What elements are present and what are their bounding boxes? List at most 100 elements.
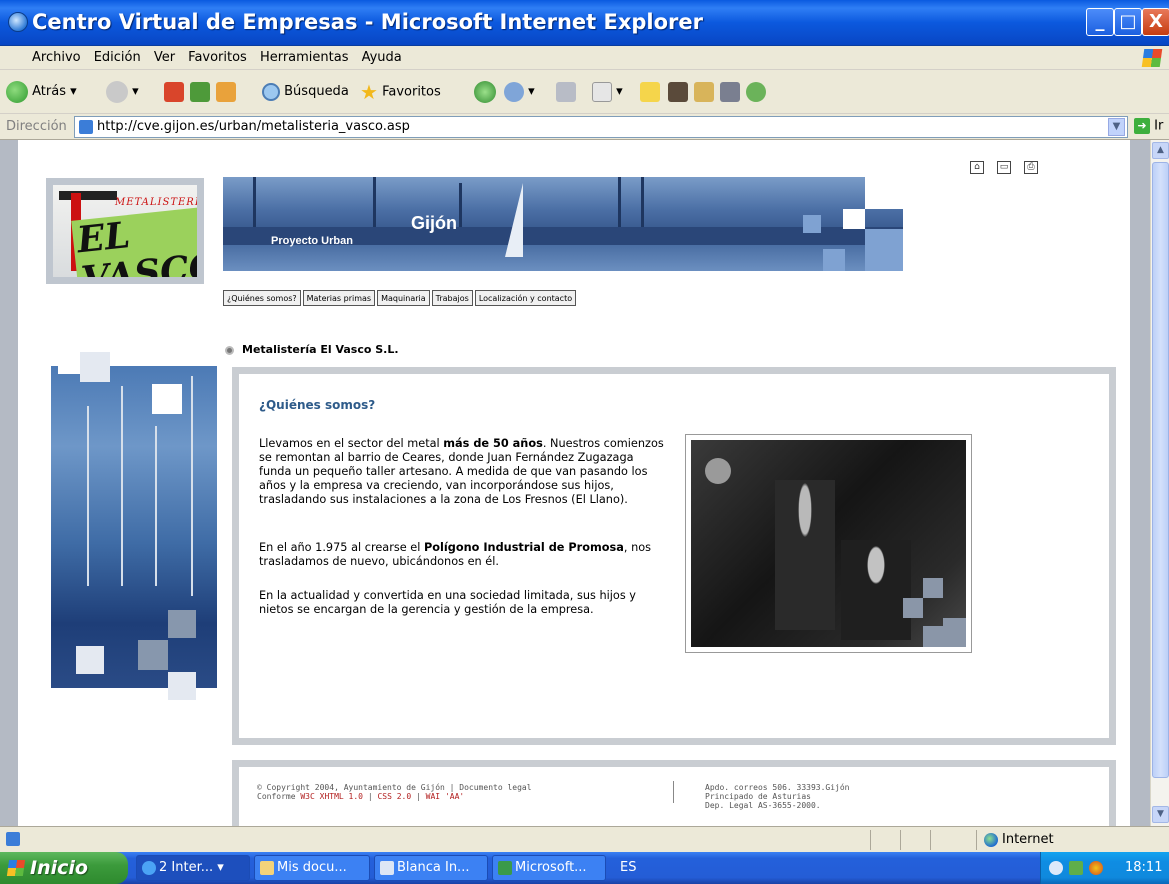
crane-graphic (459, 183, 462, 233)
css-link[interactable]: CSS 2.0 (377, 792, 411, 801)
search-button[interactable]: Búsqueda (262, 80, 349, 104)
home-button[interactable] (216, 80, 236, 104)
language-indicator[interactable]: ES (620, 860, 636, 875)
p1-bold: más de 50 años (443, 437, 543, 450)
stop-button[interactable] (164, 80, 184, 104)
menu-edicion[interactable]: Edición (90, 46, 145, 65)
decor-square (80, 352, 110, 382)
folder-icon (260, 861, 274, 875)
refresh-button[interactable] (190, 80, 210, 104)
zone-label: Internet (1002, 832, 1054, 847)
task-label: Microsoft... (515, 860, 587, 875)
company-heading: Metalistería El Vasco S.L. (242, 343, 399, 356)
home-page-icon[interactable]: ⌂ (970, 161, 984, 174)
decor-square (903, 598, 923, 618)
decor-square (76, 646, 104, 674)
copyright-text: © Copyright 2004, Ayuntamiento de Gijón … (257, 783, 532, 792)
menu-archivo[interactable]: Archivo (28, 46, 85, 65)
go-label: Ir (1154, 118, 1164, 134)
start-button[interactable]: Inicio (0, 852, 128, 884)
address-dropdown-icon[interactable]: ▼ (1108, 118, 1125, 136)
nav-materias-primas[interactable]: Materias primas (302, 290, 376, 306)
nav-maquinaria[interactable]: Maquinaria (377, 290, 430, 306)
print-page-icon[interactable]: ⎙ (1024, 161, 1038, 174)
forward-dropdown-icon[interactable]: ▾ (132, 84, 139, 99)
menu-favoritos[interactable]: Favoritos (184, 46, 251, 65)
site-nav: ¿Quiénes somos? Materias primas Maquinaria… (223, 286, 578, 306)
messenger-button[interactable] (694, 80, 714, 104)
edit-dropdown-icon[interactable]: ▾ (616, 84, 623, 99)
forward-button[interactable]: ▾ (106, 80, 139, 104)
decor-square (58, 352, 80, 374)
tray-network-icon[interactable] (1069, 861, 1083, 875)
edit-button[interactable]: ▾ (592, 80, 623, 104)
notes-button[interactable] (640, 80, 660, 104)
scroll-thumb[interactable] (1152, 162, 1169, 778)
refresh-icon (190, 81, 210, 102)
nav-quienes-somos[interactable]: ¿Quiénes somos? (223, 290, 301, 306)
ie-icon (142, 861, 156, 875)
notes-icon (640, 81, 660, 102)
ie-window: Centro Virtual de Empresas - Microsoft I… (0, 0, 1169, 884)
history-button[interactable] (474, 80, 496, 104)
minimize-button[interactable]: _ (1086, 8, 1114, 36)
window-title: Centro Virtual de Empresas - Microsoft I… (32, 10, 703, 34)
decor-square (152, 384, 182, 414)
separator: | (416, 792, 421, 801)
company-logo[interactable]: METALISTERÍA EL VASCO (46, 178, 204, 284)
standard-toolbar: Atrás ▾ ▾ Búsqueda ★ Favoritos ▾ ▾ (0, 70, 1169, 114)
scroll-down-icon[interactable]: ▼ (1152, 806, 1169, 823)
scroll-up-icon[interactable]: ▲ (1152, 142, 1169, 159)
menu-herramientas[interactable]: Herramientas (256, 46, 353, 65)
mail-dropdown-icon[interactable]: ▾ (528, 84, 535, 99)
wai-link[interactable]: WAI 'AA' (426, 792, 465, 801)
people-button[interactable] (746, 80, 766, 104)
favorites-button[interactable]: ★ Favoritos (360, 80, 441, 104)
back-dropdown-icon[interactable]: ▾ (70, 84, 77, 99)
address-label: Dirección (6, 119, 67, 134)
print-button[interactable] (556, 80, 576, 104)
page-icon (79, 120, 93, 134)
decor-square (943, 618, 966, 647)
title-bar[interactable]: Centro Virtual de Empresas - Microsoft I… (0, 0, 1169, 46)
nav-trabajos[interactable]: Trabajos (431, 290, 473, 306)
research-button[interactable] (668, 80, 688, 104)
nav-localizacion-contacto[interactable]: Localización y contacto (474, 290, 577, 306)
back-button[interactable]: Atrás ▾ (6, 80, 77, 104)
lamp-graphic (705, 458, 731, 484)
forward-arrow-icon (106, 80, 128, 103)
task-internet-explorer[interactable]: 2 Inter... ▾ (136, 855, 250, 881)
footer-divider (673, 781, 674, 803)
star-icon: ★ (360, 80, 378, 104)
tray-expand-icon[interactable] (1049, 861, 1063, 875)
task-label: Blanca In... (397, 860, 470, 875)
tools-button[interactable] (720, 80, 740, 104)
windows-flag-icon (6, 860, 26, 876)
print-icon (556, 81, 576, 102)
address-url[interactable]: http://cve.gijon.es/urban/metalisteria_v… (97, 119, 410, 134)
banner-city-name: Gijón (411, 213, 457, 233)
status-divider (976, 830, 977, 850)
back-arrow-icon (6, 80, 28, 103)
decor-square (138, 640, 168, 670)
go-button[interactable]: ➜ Ir (1134, 118, 1163, 134)
sitemap-icon[interactable]: ▭ (997, 161, 1011, 174)
page-status-icon (6, 832, 20, 846)
p1-text-a: Llevamos en el sector del metal (259, 437, 444, 450)
home-icon (216, 81, 236, 102)
menu-ver[interactable]: Ver (150, 46, 179, 65)
maximize-button[interactable]: □ (1114, 8, 1142, 36)
task-mis-documentos[interactable]: Mis docu... (254, 855, 370, 881)
status-divider (870, 830, 871, 850)
mail-button[interactable]: ▾ (504, 80, 535, 104)
xhtml-link[interactable]: W3C XHTML 1.0 (300, 792, 363, 801)
close-button[interactable]: X (1142, 8, 1169, 36)
task-blanca[interactable]: Blanca In... (374, 855, 488, 881)
vertical-scrollbar[interactable]: ▲ ▼ (1150, 140, 1169, 826)
system-tray: 18:11 (1040, 852, 1169, 884)
internet-globe-icon (984, 832, 998, 847)
menu-ayuda[interactable]: Ayuda (358, 46, 406, 65)
task-microsoft[interactable]: Microsoft... (492, 855, 606, 881)
tray-antivirus-icon[interactable] (1089, 861, 1103, 875)
address-input[interactable]: http://cve.gijon.es/urban/metalisteria_v… (74, 116, 1128, 138)
